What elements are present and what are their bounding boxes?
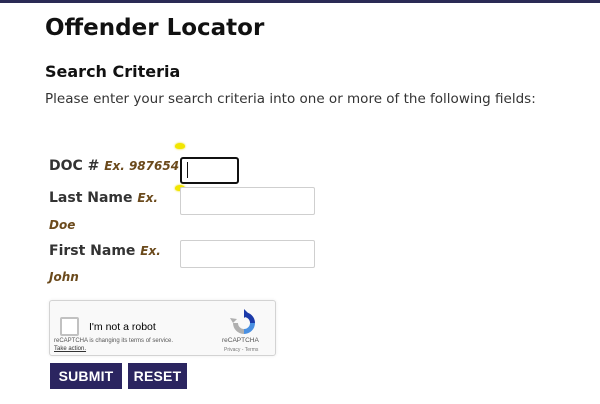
- recaptcha-privacy-terms[interactable]: Privacy - Terms: [224, 347, 258, 353]
- submit-button[interactable]: SUBMIT: [50, 363, 122, 389]
- doc-label: DOC #: [49, 158, 100, 174]
- last-name-example-prefix: Ex.: [137, 191, 158, 205]
- recaptcha-checkbox[interactable]: [60, 317, 79, 336]
- last-name-label-row: Last Name Ex.: [49, 190, 158, 206]
- highlight-marker: [175, 143, 185, 149]
- section-title: Search Criteria: [45, 62, 181, 81]
- instructions-text: Please enter your search criteria into o…: [45, 91, 536, 107]
- doc-example: Ex. 987654: [104, 159, 180, 173]
- first-name-example-value: John: [49, 270, 79, 284]
- first-name-input[interactable]: [180, 240, 315, 268]
- recaptcha-notice: reCAPTCHA is changing its terms of servi…: [54, 338, 174, 344]
- last-name-input[interactable]: [180, 187, 315, 215]
- first-name-label: First Name: [49, 243, 136, 259]
- reset-button[interactable]: RESET: [128, 363, 187, 389]
- doc-number-input[interactable]: [180, 157, 239, 184]
- text-caret: [187, 162, 188, 178]
- recaptcha-label: I'm not a robot: [89, 321, 156, 333]
- recaptcha-take-action-link[interactable]: Take action.: [54, 346, 86, 352]
- page-title: Offender Locator: [45, 15, 265, 41]
- first-name-label-row: First Name Ex.: [49, 243, 161, 259]
- doc-label-row: DOC # Ex. 987654: [49, 158, 179, 174]
- top-bar: [0, 0, 600, 3]
- recaptcha-logo-icon: [230, 309, 255, 334]
- last-name-label: Last Name: [49, 190, 133, 206]
- recaptcha-widget: I'm not a robot reCAPTCHA is changing it…: [49, 300, 276, 356]
- recaptcha-brand: reCAPTCHA: [222, 337, 259, 344]
- first-name-example-prefix: Ex.: [140, 244, 161, 258]
- last-name-example-value: Doe: [49, 218, 76, 232]
